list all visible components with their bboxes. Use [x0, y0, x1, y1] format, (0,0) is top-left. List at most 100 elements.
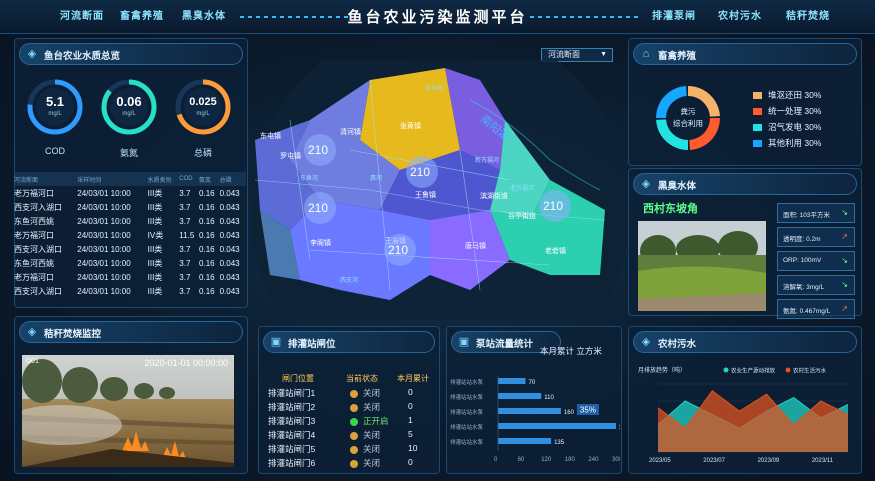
gate-status-dot: [350, 418, 358, 426]
bar: [498, 438, 552, 444]
gate-count: 1: [408, 415, 413, 425]
cell-site: 东鱼河西姚: [14, 258, 54, 268]
gate-state: 关闭: [363, 430, 381, 440]
map-marker-3[interactable]: 210: [410, 165, 430, 179]
table-row[interactable]: 老万福河口 24/03/01 10:00 III类 3.7 0.16 0.043: [14, 186, 246, 200]
straw-panel-header: ◈ 秸秆焚烧监控: [19, 321, 243, 343]
cell-nh3: 0.16: [199, 272, 215, 282]
cell-cod: 3.7: [179, 286, 191, 296]
gate-row[interactable]: 排灌站闸门1 关闭 0: [268, 387, 438, 401]
rural-panel-title: 农村污水: [658, 339, 697, 350]
map-marker-5[interactable]: 210: [388, 243, 408, 257]
gauge-tp-label: 总磷: [193, 148, 212, 158]
legend-label: 农业生产源动排放: [731, 367, 776, 375]
trend-up-icon: ↗: [841, 304, 848, 313]
gate-row[interactable]: 排灌站闸门2 关闭 0: [268, 401, 438, 415]
town-label-dongtun: 东屯镇: [260, 131, 281, 140]
town-label-lige: 李阁镇: [310, 238, 331, 247]
gate-name: 排灌站闸门3: [268, 416, 316, 426]
blackwater-metric: 溶解氧: 3mg/L ↘: [777, 275, 855, 295]
table-row[interactable]: 老万福河口 24/03/01 10:00 IV类 11.5 0.16 0.043: [14, 228, 246, 242]
gate-status-dot: [350, 404, 358, 412]
blackwater-photo[interactable]: [638, 221, 766, 311]
bar-category-label: 排灌站站水泵: [450, 378, 484, 386]
gauge-nh3-label: 氨氮: [119, 148, 138, 158]
map-marker-4[interactable]: 210: [543, 199, 563, 213]
legend-label: 农村生活污水: [793, 367, 827, 375]
nav-rural-sewage[interactable]: 农村污水: [718, 7, 762, 22]
gate-row[interactable]: 排灌站闸门4 关闭 5: [268, 429, 438, 443]
gauge-tp-value: 0.025: [189, 96, 217, 108]
gate-row[interactable]: 排灌站闸门3 正开启 1: [268, 415, 438, 429]
river-label-hui: 惠河: [370, 174, 382, 182]
town-label-guting: 谷亭街道: [508, 211, 536, 220]
cell-grade: III类: [147, 272, 163, 282]
town-label-wanglu: 王鲁镇: [415, 190, 436, 199]
cell-site: 东鱼河西姚: [14, 216, 54, 226]
legend-label: 其他利用 30%: [768, 138, 822, 148]
cell-cod: 3.7: [179, 258, 191, 268]
col-tp: 总磷: [219, 172, 246, 186]
table-header-row: 河流断面 采样时间 水质类别 COD 氨氮 总磷: [14, 172, 246, 186]
town-label-binhu: 滨湖街道: [480, 191, 508, 200]
table-row[interactable]: 东鱼河西姚 24/03/01 10:00 III类 3.7 0.16 0.043: [14, 256, 246, 270]
rural-sewage-chart: 月排放趋势（吨） 农业生产源动排放 农村生活污水 2023/05 2023/07 2023…: [638, 366, 849, 464]
blackwater-panel-header: ◈ 黑臭水体: [633, 173, 857, 195]
table-row[interactable]: 西支河入湖口 24/03/01 10:00 III类 3.7 0.16 0.043: [14, 200, 246, 214]
gate-status-dot: [350, 446, 358, 454]
table-row[interactable]: 西支河入湖口 24/03/01 10:00 III类 3.7 0.16 0.043: [14, 284, 246, 298]
cell-nh3: 0.16: [199, 216, 215, 226]
gate-count: 0: [408, 457, 413, 467]
legend-swatch: [753, 108, 762, 116]
cell-nh3: 0.16: [199, 244, 215, 254]
gate-status-dot: [350, 432, 358, 440]
gates-col-count: 本月累计: [397, 374, 429, 383]
table-row[interactable]: 西支河入湖口 24/03/01 10:00 III类 3.7 0.16 0.043: [14, 242, 246, 256]
cell-tp: 0.043: [219, 286, 240, 296]
livestock-panel-title: 畜禽养殖: [658, 51, 697, 62]
pump-flow-chart: 排灌站站水泵 70 排灌站站水泵 110 排灌站站水泵 160 排灌站站水泵 315 排灌站站水…: [450, 376, 620, 463]
river-label-xizhi: 西支河: [340, 276, 358, 284]
legend-label: 堆沤还田 30%: [768, 90, 822, 100]
gate-count: 0: [408, 401, 413, 411]
map-marker-2[interactable]: 210: [308, 201, 328, 215]
gates-panel-title: 排灌站闸位: [288, 339, 336, 350]
cell-site: 西支河入湖口: [14, 244, 62, 254]
bar: [498, 423, 616, 429]
nav-straw-burning[interactable]: 秸秆焚烧: [786, 7, 830, 22]
cell-time: 24/03/01 10:00: [77, 258, 131, 268]
gate-name: 排灌站闸门5: [268, 444, 316, 454]
drop-icon: ◈: [641, 336, 651, 348]
cell-cod: 3.7: [179, 202, 191, 212]
gate-row[interactable]: 排灌站闸门6 关闭 0: [268, 457, 438, 471]
legend-swatch: [753, 124, 762, 132]
blackwater-site: 西村东坡角: [643, 203, 698, 215]
bar-category-label: 排灌站站水泵: [450, 408, 484, 416]
straw-camera-feed[interactable]: D01 2020-01-01 00:00:00: [22, 355, 234, 467]
x-tick-label: 240: [588, 457, 599, 463]
gate-state: 关闭: [363, 388, 381, 398]
cell-nh3: 0.16: [199, 286, 215, 296]
livestock-panel-header: ⌂ 畜禽养殖: [633, 43, 857, 65]
map-marker-1[interactable]: 210: [308, 143, 328, 157]
town-label-qinghe: 清河镇: [340, 127, 361, 136]
camera-id: D01: [26, 358, 39, 365]
rural-panel-header: ◈ 农村污水: [633, 331, 857, 353]
cell-grade: III类: [147, 286, 163, 296]
gate-status-dot: [350, 460, 358, 468]
cell-nh3: 0.16: [199, 230, 215, 240]
town-label-laozhai: 老砦镇: [545, 246, 566, 255]
table-row[interactable]: 东鱼河西姚 24/03/01 10:00 III类 3.7 0.16 0.043: [14, 214, 246, 228]
bar-category-label: 排灌站站水泵: [450, 423, 484, 431]
nav-pump-gate[interactable]: 排灌泵闸: [652, 7, 696, 22]
cell-time: 24/03/01 10:00: [77, 216, 131, 226]
gate-row[interactable]: 排灌站闸门5 关闭 10: [268, 443, 438, 457]
county-map[interactable]: 清河镇 张黄镇 罗屯镇 王鲁镇 滨湖街道 谷亭街道 唐马镇 老砦镇 王庙镇 李阁…: [250, 20, 630, 400]
bar-value-label: 315: [619, 425, 620, 431]
gauge-nh3: 0.06 mg/L: [100, 78, 158, 136]
cell-nh3: 0.16: [199, 258, 215, 268]
bar-category-label: 排灌站站水泵: [450, 438, 484, 446]
cell-cod: 3.7: [179, 272, 191, 282]
table-row[interactable]: 老万福河口 24/03/01 10:00 III类 3.7 0.16 0.043: [14, 270, 246, 284]
metric-label: 面积: 103平方米: [783, 212, 830, 219]
